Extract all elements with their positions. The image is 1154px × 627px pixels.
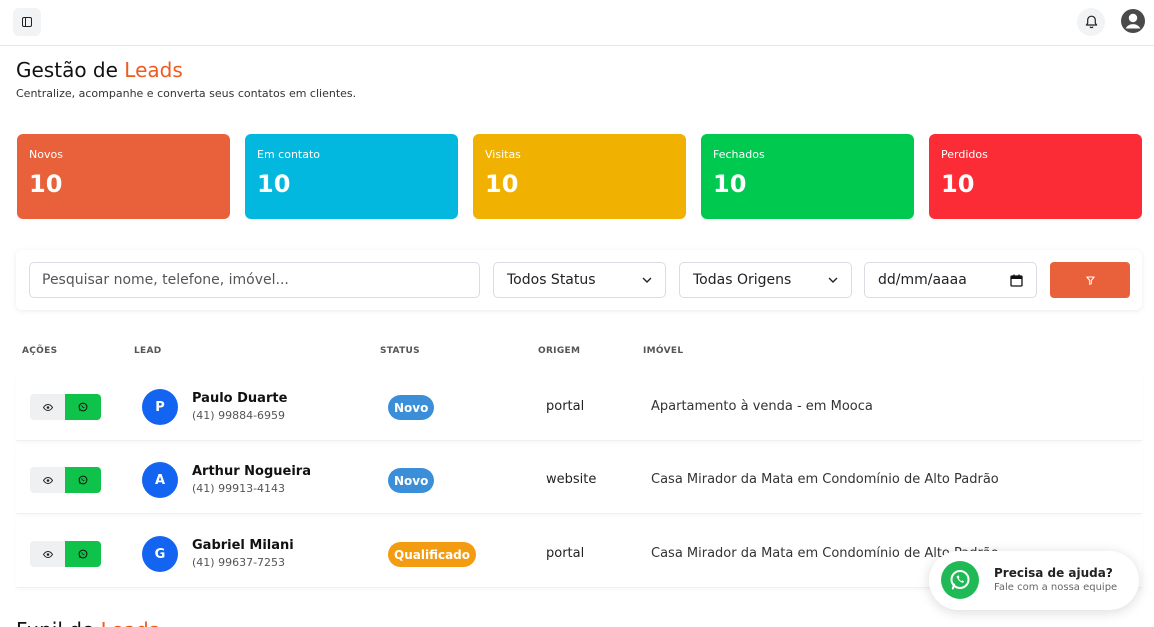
stat-card-em-contato: Em contato 10 <box>245 134 458 219</box>
lead-property: Apartamento à venda - em Mooca <box>651 399 873 414</box>
filter-button[interactable] <box>1050 262 1130 298</box>
eye-icon <box>42 403 53 411</box>
table-row[interactable]: A Arthur Nogueira (41) 99913-4143 Novo w… <box>16 446 1142 514</box>
eye-icon <box>42 476 53 484</box>
stat-value: 10 <box>485 170 519 198</box>
stat-card-novos: Novos 10 <box>17 134 230 219</box>
bell-icon <box>1085 15 1097 29</box>
calendar-icon[interactable] <box>1010 274 1023 287</box>
column-header-status: STATUS <box>380 346 420 356</box>
stat-value: 10 <box>713 170 747 198</box>
sidebar-toggle-button[interactable] <box>13 8 41 36</box>
column-header-lead: LEAD <box>134 346 162 356</box>
stat-label: Novos <box>29 148 63 161</box>
whatsapp-icon <box>950 570 970 590</box>
whatsapp-icon <box>78 549 88 559</box>
row-actions <box>30 394 101 420</box>
whatsapp-button[interactable] <box>65 394 101 420</box>
whatsapp-icon <box>78 475 88 485</box>
profile-button[interactable] <box>1120 8 1146 34</box>
lead-origin: website <box>546 472 597 487</box>
whatsapp-icon <box>78 402 88 412</box>
stat-card-perdidos: Perdidos 10 <box>929 134 1142 219</box>
top-bar <box>0 0 1154 46</box>
whatsapp-help-icon <box>941 561 979 599</box>
funnel-section-title: Funil de Leads <box>16 618 159 627</box>
origin-select[interactable]: Todas Origens <box>679 262 852 298</box>
page-subtitle: Centralize, acompanhe e converta seus co… <box>16 87 357 100</box>
origin-select-value: Todas Origens <box>693 272 792 288</box>
user-circle-icon <box>1121 9 1145 33</box>
status-badge: Novo <box>388 468 435 493</box>
status-select-value: Todos Status <box>507 272 596 288</box>
sidebar-icon <box>22 17 32 27</box>
row-actions <box>30 467 101 493</box>
column-header-origem: ORIGEM <box>538 346 581 356</box>
help-subtitle: Fale com a nossa equipe <box>994 582 1118 593</box>
stat-card-visitas: Visitas 10 <box>473 134 686 219</box>
column-header-imovel: IMÓVEL <box>643 346 684 356</box>
lead-phone: (41) 99913-4143 <box>192 482 286 495</box>
date-input[interactable]: dd/mm/aaaa <box>864 262 1037 298</box>
funnel-icon <box>1085 276 1095 285</box>
avatar: G <box>142 536 178 572</box>
table-row[interactable]: P Paulo Duarte (41) 99884-6959 Novo port… <box>16 373 1142 441</box>
stat-label: Visitas <box>485 148 521 161</box>
lead-name: Arthur Nogueira <box>192 464 311 479</box>
help-widget[interactable]: Precisa de ajuda? Fale com a nossa equip… <box>929 551 1139 610</box>
row-actions <box>30 541 101 567</box>
notifications-button[interactable] <box>1077 8 1105 36</box>
status-badge: Novo <box>388 395 435 420</box>
help-title: Precisa de ajuda? <box>994 566 1113 580</box>
stat-label: Fechados <box>713 148 765 161</box>
lead-origin: portal <box>546 399 585 414</box>
view-button[interactable] <box>30 467 65 493</box>
stat-value: 10 <box>257 170 291 198</box>
view-button[interactable] <box>30 394 65 420</box>
lead-phone: (41) 99637-7253 <box>192 556 286 569</box>
avatar: A <box>142 462 178 498</box>
search-input[interactable] <box>29 262 480 298</box>
chevron-down-icon <box>828 277 838 283</box>
status-badge: Qualificado <box>388 542 477 567</box>
stat-label: Perdidos <box>941 148 988 161</box>
view-button[interactable] <box>30 541 65 567</box>
status-select[interactable]: Todos Status <box>493 262 666 298</box>
stat-label: Em contato <box>257 148 321 161</box>
eye-icon <box>42 550 53 558</box>
page-title: Gestão de Leads <box>16 58 183 82</box>
stat-card-fechados: Fechados 10 <box>701 134 914 219</box>
stat-value: 10 <box>29 170 63 198</box>
chevron-down-icon <box>642 277 652 283</box>
whatsapp-button[interactable] <box>65 467 101 493</box>
filter-bar: Todos Status Todas Origens dd/mm/aaaa <box>16 250 1142 310</box>
lead-name: Paulo Duarte <box>192 391 288 406</box>
lead-name: Gabriel Milani <box>192 538 294 553</box>
whatsapp-button[interactable] <box>65 541 101 567</box>
column-header-acoes: AÇÕES <box>22 346 58 356</box>
lead-origin: portal <box>546 546 585 561</box>
date-input-placeholder: dd/mm/aaaa <box>878 272 967 288</box>
stat-value: 10 <box>941 170 975 198</box>
avatar: P <box>142 389 178 425</box>
lead-property: Casa Mirador da Mata em Condomínio de Al… <box>651 472 999 487</box>
lead-phone: (41) 99884-6959 <box>192 409 286 422</box>
